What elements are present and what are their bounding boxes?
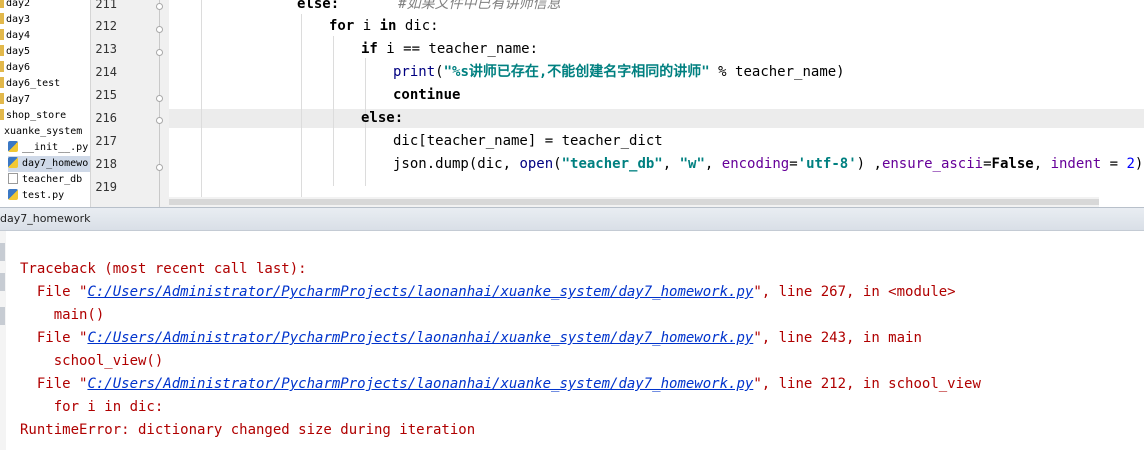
code-line-211: else: #如果文件中已有讲师信息: [297, 0, 561, 12]
tree-item-teacher-db[interactable]: teacher_db: [8, 172, 82, 188]
folder-icon: [0, 76, 4, 88]
code-line-212: for i in dic:: [329, 18, 439, 34]
console-line: for i in dic:: [20, 399, 164, 415]
folder-icon: [0, 12, 4, 24]
run-console[interactable]: Traceback (most recent call last): File …: [6, 231, 1144, 450]
code-line-213: if i == teacher_name:: [361, 41, 539, 57]
line-number: 211: [95, 0, 117, 11]
fold-marker-icon[interactable]: [156, 26, 163, 33]
console-line: File "C:/Users/Administrator/PycharmProj…: [20, 284, 956, 300]
rerun-button[interactable]: [0, 243, 5, 261]
folder-icon: [0, 28, 4, 40]
tree-item-day4[interactable]: day4: [0, 28, 30, 44]
tree-item-test-py[interactable]: test.py: [8, 188, 64, 204]
current-line-highlight: [169, 109, 1144, 128]
tree-item-day6[interactable]: day6: [0, 60, 30, 76]
python-file-icon: [8, 156, 18, 168]
fold-marker-icon[interactable]: [156, 49, 163, 56]
folder-icon: [0, 108, 4, 120]
line-number: 219: [95, 180, 117, 194]
fold-marker-icon[interactable]: [156, 164, 163, 171]
console-line: Traceback (most recent call last):: [20, 261, 307, 277]
line-number: 218: [95, 157, 117, 171]
line-number: 215: [95, 88, 117, 102]
console-line: main(): [20, 307, 105, 323]
console-line: school_view(): [20, 353, 164, 369]
tree-item-day5[interactable]: day5: [0, 44, 30, 60]
file-link[interactable]: C:/Users/Administrator/PycharmProjects/l…: [87, 376, 753, 392]
console-line: File "C:/Users/Administrator/PycharmProj…: [20, 330, 922, 346]
line-number: 216: [95, 111, 117, 125]
pin-button[interactable]: [0, 307, 5, 325]
tree-item-day7[interactable]: day7: [0, 92, 30, 108]
stop-button[interactable]: [0, 273, 5, 291]
fold-marker-icon[interactable]: [156, 95, 163, 102]
error-message: RuntimeError: dictionary changed size du…: [20, 422, 476, 438]
run-tab-label[interactable]: day7_homework: [0, 212, 91, 226]
tree-item-init-py[interactable]: __init__.py: [8, 140, 88, 156]
horizontal-scrollbar[interactable]: [169, 197, 1099, 207]
python-file-icon: [8, 140, 18, 152]
line-number: 213: [95, 42, 117, 56]
python-file-icon: [8, 188, 18, 200]
tree-item-shop-store[interactable]: shop_store: [0, 108, 66, 124]
code-editor[interactable]: else: #如果文件中已有讲师信息 for i in dic: if i ==…: [169, 0, 1144, 207]
folder-icon: [0, 0, 4, 8]
code-line-216: else:: [361, 110, 404, 126]
code-line-214: print("%s讲师已存在,不能创建名字相同的讲师" % teacher_na…: [393, 64, 845, 80]
code-line-217: dic[teacher_name] = teacher_dict: [393, 133, 663, 149]
folder-icon: [0, 92, 4, 104]
tree-item-day6-test[interactable]: day6_test: [0, 76, 60, 92]
fold-marker-icon[interactable]: [156, 3, 163, 10]
run-panel-header: day7_homework: [0, 207, 1144, 231]
line-number: 214: [95, 65, 117, 79]
line-number: 212: [95, 19, 117, 33]
editor-gutter: 211 212 213 214 215 216 217 218 219: [91, 0, 169, 207]
fold-marker-icon[interactable]: [156, 117, 163, 124]
folder-icon: [0, 44, 4, 56]
tree-item-day2[interactable]: day2: [0, 0, 30, 12]
folder-icon: [0, 60, 4, 72]
project-tree: day2 day3 day4 day5 day6 day6_test day7 …: [0, 0, 91, 207]
file-link[interactable]: C:/Users/Administrator/PycharmProjects/l…: [87, 284, 753, 300]
console-line: File "C:/Users/Administrator/PycharmProj…: [20, 376, 981, 392]
code-line-215: continue: [393, 87, 461, 103]
tree-item-day7-homework[interactable]: day7_homework: [8, 156, 90, 172]
file-link[interactable]: C:/Users/Administrator/PycharmProjects/l…: [87, 330, 753, 346]
code-line-218: json.dump(dic, open("teacher_db", "w", e…: [393, 156, 1144, 172]
text-file-icon: [8, 172, 18, 184]
tree-item-xuanke-system[interactable]: xuanke_system: [0, 124, 82, 140]
tree-item-day3[interactable]: day3: [0, 12, 30, 28]
line-number: 217: [95, 134, 117, 148]
scrollbar-thumb[interactable]: [169, 199, 1099, 205]
